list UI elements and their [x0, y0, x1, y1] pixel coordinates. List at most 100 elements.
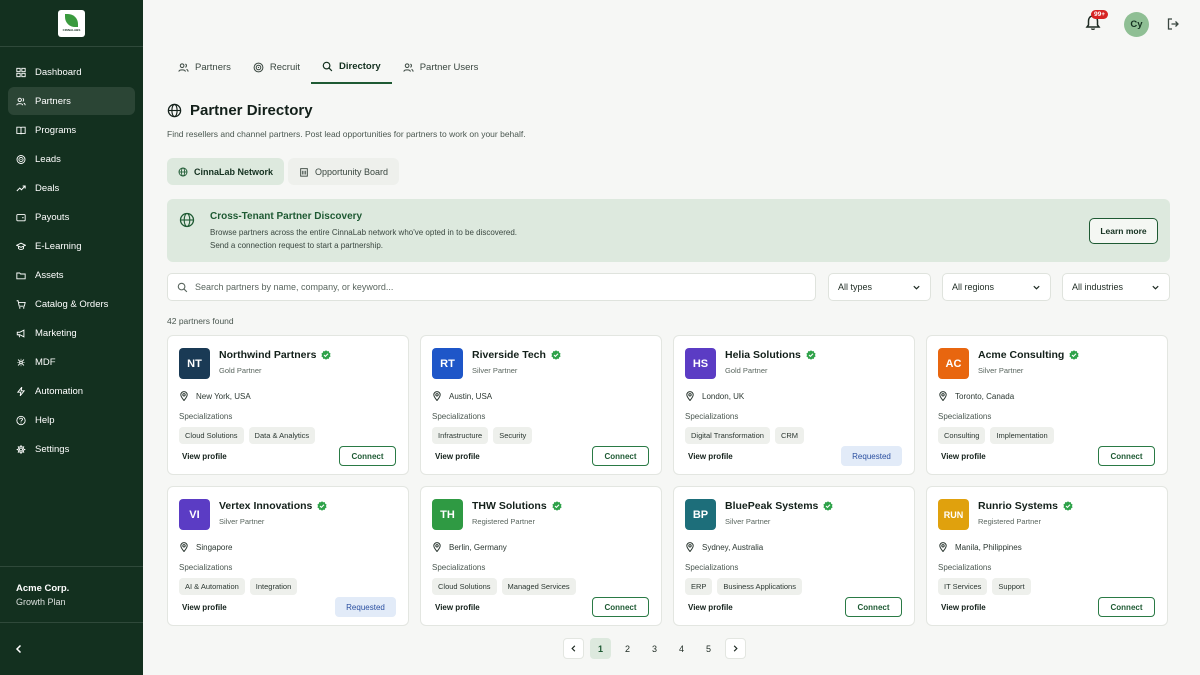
- sidebar-item-payouts[interactable]: Payouts: [8, 203, 135, 231]
- connect-button[interactable]: Connect: [339, 446, 396, 466]
- specialization-tag: Consulting: [938, 427, 986, 444]
- target-icon: [253, 62, 264, 72]
- partner-name[interactable]: THW Solutions: [472, 500, 562, 512]
- partner-name[interactable]: Runrio Systems: [978, 500, 1073, 512]
- specializations-label: Specializations: [432, 412, 486, 421]
- partner-name[interactable]: BluePeak Systems: [725, 500, 833, 512]
- collapse-sidebar-button[interactable]: [0, 622, 143, 675]
- tab-partners[interactable]: Partners: [167, 50, 242, 84]
- partner-location: Berlin, Germany: [432, 542, 507, 552]
- sidebar-item-assets[interactable]: Assets: [8, 261, 135, 289]
- sidebar-item-e-learning[interactable]: E-Learning: [8, 232, 135, 260]
- partner-name[interactable]: Helia Solutions: [725, 349, 816, 361]
- learn-more-button[interactable]: Learn more: [1089, 218, 1158, 244]
- requested-button[interactable]: Requested: [841, 446, 902, 466]
- sidebar-item-deals[interactable]: Deals: [8, 174, 135, 202]
- view-profile-link[interactable]: View profile: [941, 603, 986, 612]
- tab-partner-users[interactable]: Partner Users: [392, 50, 490, 84]
- sidebar-item-partners[interactable]: Partners: [8, 87, 135, 115]
- verified-icon: [317, 501, 327, 511]
- cart-icon: [16, 299, 26, 309]
- subtab-cinnalab-network[interactable]: CinnaLab Network: [167, 158, 285, 185]
- view-profile-link[interactable]: View profile: [435, 452, 480, 461]
- page-button[interactable]: 5: [698, 638, 719, 659]
- partner-name-text: Vertex Innovations: [219, 500, 313, 512]
- sidebar-item-label: Programs: [35, 124, 77, 136]
- tab-recruit[interactable]: Recruit: [242, 50, 311, 84]
- specializations-label: Specializations: [179, 412, 233, 421]
- tab-label: Directory: [339, 60, 381, 72]
- logo-area: CINNALABS: [0, 0, 143, 47]
- connect-button[interactable]: Connect: [1098, 446, 1155, 466]
- tab-label: Partners: [195, 61, 231, 73]
- connect-button[interactable]: Connect: [592, 446, 649, 466]
- connect-button[interactable]: Connect: [1098, 597, 1155, 617]
- view-profile-link[interactable]: View profile: [941, 452, 986, 461]
- view-profile-link[interactable]: View profile: [435, 603, 480, 612]
- search-input[interactable]: [195, 282, 795, 292]
- view-profile-link[interactable]: View profile: [688, 603, 733, 612]
- industry-select[interactable]: All industries: [1062, 273, 1170, 301]
- avatar[interactable]: Cy: [1124, 12, 1149, 37]
- chevron-down-icon: [1152, 285, 1159, 290]
- partner-location: Singapore: [179, 542, 232, 552]
- partner-card: HS Helia Solutions Gold Partner London, UK S…: [673, 335, 915, 475]
- view-profile-link[interactable]: View profile: [688, 452, 733, 461]
- partner-name[interactable]: Northwind Partners: [219, 349, 332, 361]
- partner-location: Toronto, Canada: [938, 391, 1014, 401]
- sidebar-item-label: Settings: [35, 443, 70, 455]
- connect-button[interactable]: Connect: [592, 597, 649, 617]
- connect-button[interactable]: Connect: [845, 597, 902, 617]
- specialization-tags: Consulting Implementation: [938, 427, 1054, 444]
- sidebar-item-dashboard[interactable]: Dashboard: [8, 58, 135, 86]
- chevron-down-icon: [1033, 285, 1040, 290]
- page-button[interactable]: 2: [617, 638, 638, 659]
- page-button[interactable]: 1: [590, 638, 611, 659]
- page-button[interactable]: 3: [644, 638, 665, 659]
- logo[interactable]: CINNALABS: [58, 9, 85, 37]
- search-icon: [322, 61, 333, 71]
- partner-monogram: NT: [179, 348, 210, 379]
- region-select[interactable]: All regions: [942, 273, 1051, 301]
- view-profile-link[interactable]: View profile: [182, 603, 227, 612]
- logout-icon[interactable]: [1166, 17, 1180, 31]
- verified-icon: [1063, 501, 1073, 511]
- view-profile-link[interactable]: View profile: [182, 452, 227, 461]
- requested-button[interactable]: Requested: [335, 597, 396, 617]
- next-page-button[interactable]: [725, 638, 746, 659]
- verified-icon: [552, 501, 562, 511]
- specialization-tag: Infrastructure: [432, 427, 489, 444]
- main-tabs: Partners Recruit Directory Partner Users: [167, 50, 489, 84]
- specialization-tag: AI & Automation: [179, 578, 245, 595]
- tab-directory[interactable]: Directory: [311, 50, 392, 84]
- org-info[interactable]: Acme Corp. Growth Plan: [0, 566, 143, 622]
- sidebar-item-marketing[interactable]: Marketing: [8, 319, 135, 347]
- partner-name[interactable]: Acme Consulting: [978, 349, 1079, 361]
- partner-location: Sydney, Australia: [685, 542, 763, 552]
- sidebar-item-leads[interactable]: Leads: [8, 145, 135, 173]
- sidebar-item-mdf[interactable]: MDF: [8, 348, 135, 376]
- specialization-tag: Data & Analytics: [248, 427, 316, 444]
- partner-monogram: AC: [938, 348, 969, 379]
- prev-page-button[interactable]: [563, 638, 584, 659]
- partner-monogram: VI: [179, 499, 210, 530]
- sidebar-item-label: Assets: [35, 269, 64, 281]
- sidebar-item-programs[interactable]: Programs: [8, 116, 135, 144]
- partner-name[interactable]: Riverside Tech: [472, 349, 561, 361]
- sidebar-item-automation[interactable]: Automation: [8, 377, 135, 405]
- sidebar-item-settings[interactable]: Settings: [8, 435, 135, 463]
- sidebar: CINNALABS Dashboard Partners Programs Leads…: [0, 0, 143, 675]
- sidebar-nav: Dashboard Partners Programs Leads Deals Payou…: [0, 47, 143, 463]
- type-select[interactable]: All types: [828, 273, 931, 301]
- map-pin-icon: [939, 542, 947, 552]
- partner-location: New York, USA: [179, 391, 251, 401]
- page-button[interactable]: 4: [671, 638, 692, 659]
- partner-location-text: New York, USA: [196, 391, 251, 401]
- sidebar-item-catalog-orders[interactable]: Catalog & Orders: [8, 290, 135, 318]
- specialization-tags: IT Services Support: [938, 578, 1031, 595]
- partner-card: TH THW Solutions Registered Partner Berlin,…: [420, 486, 662, 626]
- sidebar-item-help[interactable]: Help: [8, 406, 135, 434]
- partner-name[interactable]: Vertex Innovations: [219, 500, 327, 512]
- specialization-tags: AI & Automation Integration: [179, 578, 298, 595]
- subtab-opportunity-board[interactable]: Opportunity Board: [288, 158, 400, 185]
